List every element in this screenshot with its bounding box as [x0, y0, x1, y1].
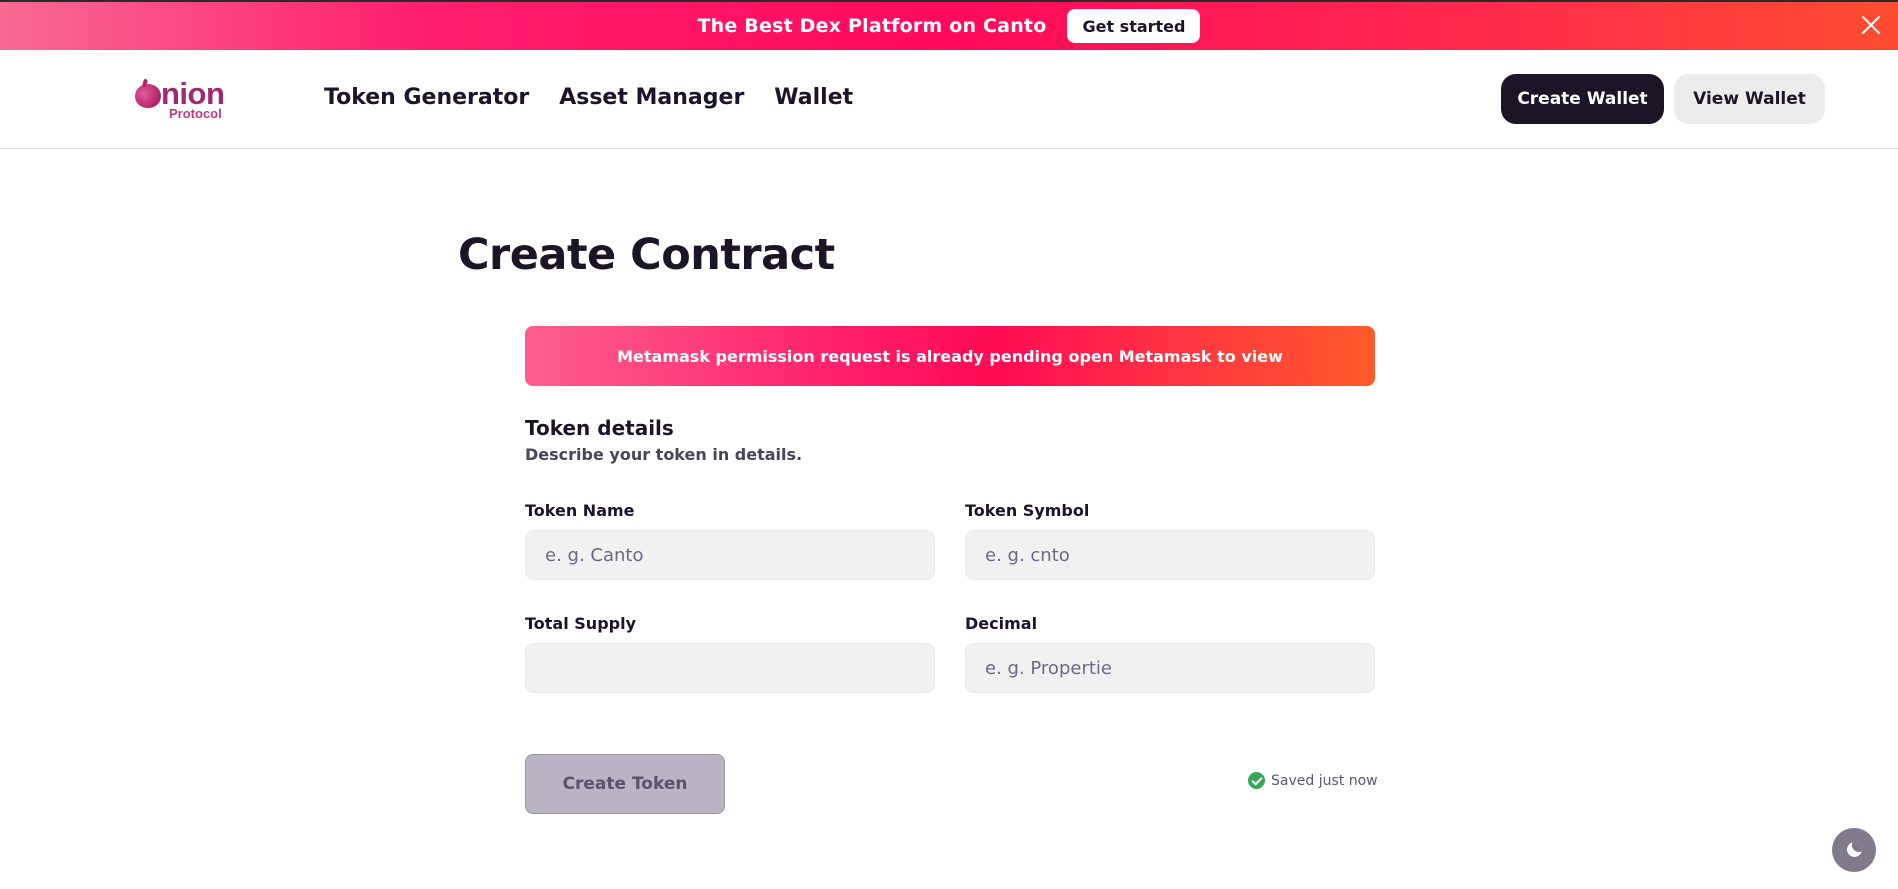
announcement-text: The Best Dex Platform on Canto [697, 15, 1047, 37]
token-symbol-input[interactable] [965, 530, 1375, 580]
brand-logo[interactable]: nion Protocol [135, 78, 245, 120]
brand-subtitle: Protocol [169, 106, 222, 121]
close-icon[interactable] [1858, 12, 1884, 38]
saved-status: Saved just now [1248, 772, 1378, 789]
token-name-label: Token Name [525, 501, 635, 520]
view-wallet-button[interactable]: View Wallet [1674, 74, 1825, 124]
create-wallet-button[interactable]: Create Wallet [1501, 74, 1664, 124]
nav-asset-manager[interactable]: Asset Manager [559, 85, 744, 110]
token-name-input[interactable] [525, 530, 935, 580]
announcement-bar: The Best Dex Platform on Canto Get start… [0, 0, 1898, 50]
nav-links: Token Generator Asset Manager Wallet [324, 85, 853, 110]
section-title: Token details [525, 416, 674, 440]
section-description: Describe your token in details. [525, 445, 803, 464]
onion-logo-icon [135, 84, 161, 108]
theme-toggle-button[interactable] [1832, 828, 1876, 872]
moon-icon [1847, 842, 1862, 857]
nav-wallet[interactable]: Wallet [774, 85, 853, 110]
page-title: Create Contract [458, 230, 835, 280]
token-symbol-label: Token Symbol [965, 501, 1090, 520]
decimal-label: Decimal [965, 614, 1038, 633]
create-token-button[interactable]: Create Token [525, 754, 725, 814]
decimal-input[interactable] [965, 643, 1375, 693]
metamask-alert: Metamask permission request is already p… [525, 326, 1375, 386]
check-circle-icon [1248, 772, 1265, 789]
navbar: nion Protocol Token Generator Asset Mana… [0, 50, 1898, 149]
total-supply-input[interactable] [525, 643, 935, 693]
total-supply-label: Total Supply [525, 614, 637, 633]
nav-token-generator[interactable]: Token Generator [324, 85, 529, 110]
saved-status-text: Saved just now [1271, 772, 1378, 789]
get-started-button[interactable]: Get started [1067, 9, 1201, 43]
